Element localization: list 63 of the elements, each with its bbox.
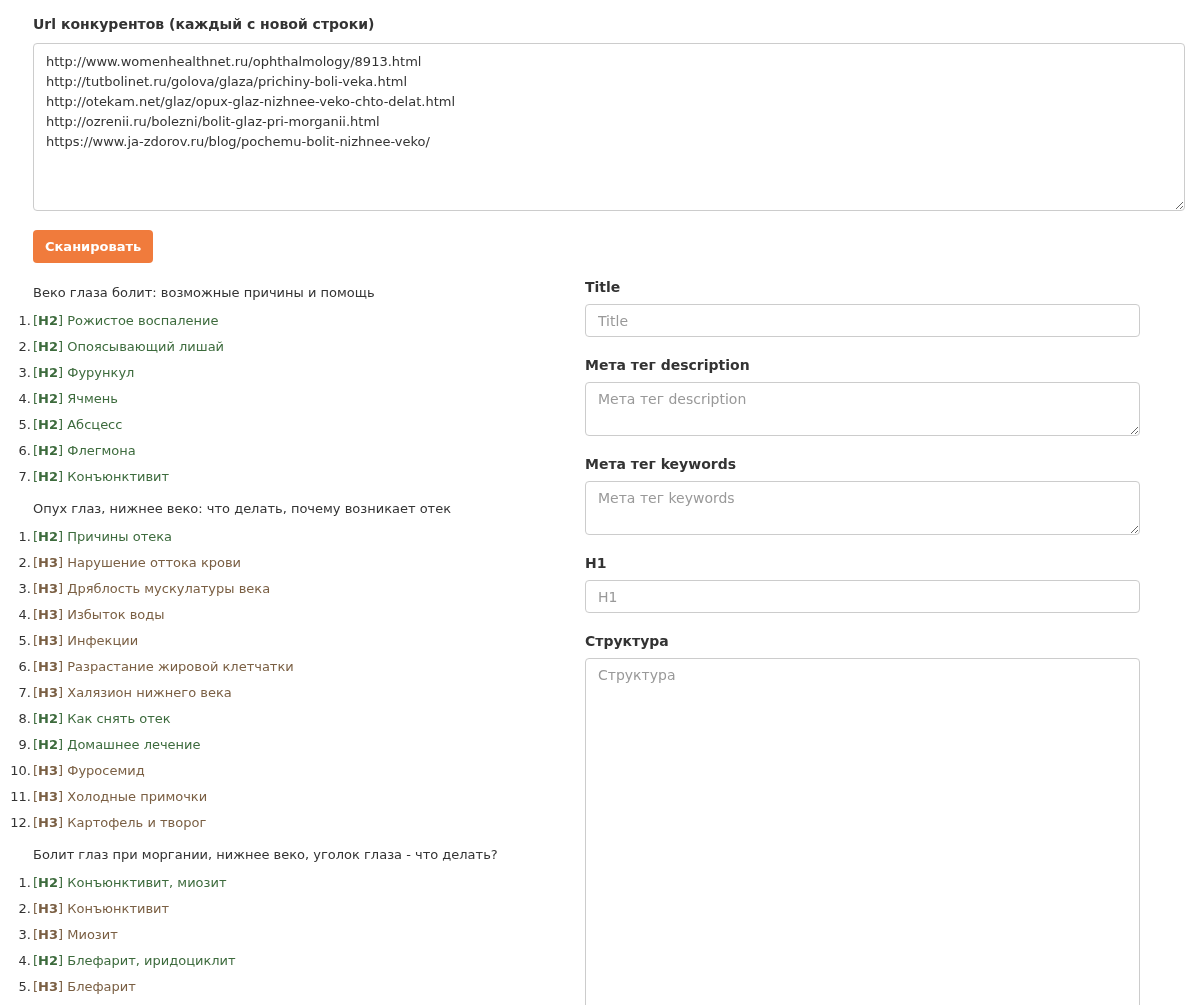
list-number: 5. <box>17 632 32 650</box>
outline-heading: [H3] Миозит <box>33 926 118 944</box>
list-number: 4. <box>17 390 32 408</box>
text-area[interactable]: Структура <box>585 658 1140 1005</box>
outline-heading: [H3] Блефарит <box>33 978 136 996</box>
outline-heading: [H2] Флегмона <box>33 442 136 460</box>
page-title: Веко глаза болит: возможные причины и помощь <box>32 284 376 302</box>
outline-heading: [H3] Разрастание жировой клетчатки <box>33 658 294 676</box>
outline-heading: [H3] Избыток воды <box>33 606 165 624</box>
outline-heading: [H2] Опоясывающий лишай <box>33 338 225 356</box>
list-number: 7. <box>17 684 32 702</box>
text-field[interactable]: H1 <box>585 580 1140 613</box>
outline-heading: [H3] Нарушение оттока крови <box>33 554 242 572</box>
url-text-area[interactable]: http://www.womenhealthnet.ru/ophthalmology/8913.html http://tutbolinet.ru/golova/glaza/prichiny-boli-veka.html http://otekam.net/glaz/opux-glaz-nizhnee-veko-chto-delat.html http://ozrenii.ru/bolezni/bolit-glaz-pri-morganii.html https://www.ja-zdorov.ru/blog/pochemu-bolit-nizhnee-veko/ <box>33 43 1185 211</box>
outline-heading: [H2] Блефарит, иридоциклит <box>33 952 236 970</box>
list-number: 11. <box>9 788 32 806</box>
field-label: H1 <box>585 554 608 573</box>
field-label: Мета тег keywords <box>585 455 738 474</box>
outline-heading: [H2] Домашнее лечение <box>33 736 201 754</box>
field-label: Url конкурентов (каждый с новой строки) <box>33 15 376 34</box>
list-number: 5. <box>17 416 32 434</box>
text-field[interactable]: Title <box>585 304 1140 337</box>
list-number: 12. <box>9 814 32 832</box>
text-area[interactable]: Мета тег keywords <box>585 481 1140 535</box>
outline-heading: [H3] Халязион нижнего века <box>33 684 232 702</box>
list-number: 7. <box>17 468 32 486</box>
list-number: 1. <box>17 874 32 892</box>
page-title: Болит глаз при моргании, нижнее веко, уголок глаза - что делать? <box>32 846 499 864</box>
outline-heading: [H3] Фуросемид <box>33 762 145 780</box>
list-number: 10. <box>9 762 32 780</box>
page-title: Опух глаз, нижнее веко: что делать, почему возникает отек <box>32 500 453 518</box>
list-number: 2. <box>17 554 32 572</box>
list-number: 1. <box>17 312 32 330</box>
outline-heading: [H3] Картофель и творог <box>33 814 207 832</box>
list-number: 3. <box>17 580 32 598</box>
list-number: 3. <box>17 926 32 944</box>
outline-heading: [H3] Дряблость мускулатуры века <box>33 580 271 598</box>
list-number: 8. <box>17 710 32 728</box>
outline-heading: [H3] Конъюнктивит <box>33 900 170 918</box>
outline-heading: [H2] Причины отека <box>33 528 173 546</box>
outline-heading: [H2] Абсцесс <box>33 416 123 434</box>
field-label: Мета тег description <box>585 356 751 375</box>
list-number: 2. <box>17 338 32 356</box>
outline-heading: [H2] Фурункул <box>33 364 135 382</box>
list-number: 6. <box>17 442 32 460</box>
list-number: 6. <box>17 658 32 676</box>
outline-heading: [H2] Как снять отек <box>33 710 171 728</box>
list-number: 5. <box>17 978 32 996</box>
outline-heading: [H2] Ячмень <box>33 390 118 408</box>
list-number: 9. <box>17 736 32 754</box>
outline-heading: [H3] Холодные примочки <box>33 788 208 806</box>
outline-heading: [H2] Рожистое воспаление <box>33 312 219 330</box>
outline-heading: [H3] Инфекции <box>33 632 139 650</box>
list-number: 3. <box>17 364 32 382</box>
list-number: 4. <box>17 606 32 624</box>
field-label: Структура <box>585 632 670 651</box>
text-area[interactable]: Мета тег description <box>585 382 1140 436</box>
outline-heading: [H2] Конъюнктивит <box>33 468 170 486</box>
field-label: Title <box>585 278 622 297</box>
list-number: 2. <box>17 900 32 918</box>
outline-heading: [H2] Конъюнктивит, миозит <box>33 874 227 892</box>
list-number: 4. <box>17 952 32 970</box>
list-number: 1. <box>17 528 32 546</box>
